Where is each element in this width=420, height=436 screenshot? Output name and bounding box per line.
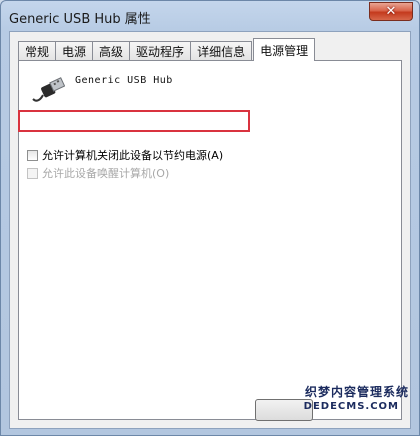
close-button[interactable]: ✕ <box>369 2 413 21</box>
allow-wake-option: 允许此设备唤醒计算机(O) <box>27 165 169 181</box>
device-name: Generic USB Hub <box>75 75 173 86</box>
allow-power-off-label: 允许计算机关闭此设备以节约电源(A) <box>42 149 224 162</box>
watermark: 织梦内容管理系统 DEDECMS.COM <box>249 375 419 435</box>
watermark-text-en: DEDECMS.COM <box>303 401 399 412</box>
tab-general[interactable]: 常规 <box>18 41 57 61</box>
tab-driver[interactable]: 驱动程序 <box>129 41 192 61</box>
tab-power-management[interactable]: 电源管理 <box>253 38 316 61</box>
allow-wake-label: 允许此设备唤醒计算机(O) <box>42 167 170 180</box>
watermark-text-cn: 织梦内容管理系统 <box>304 385 409 399</box>
allow-power-off-checkbox[interactable] <box>27 149 38 161</box>
tab-power[interactable]: 电源 <box>55 41 94 61</box>
tab-details[interactable]: 详细信息 <box>190 41 253 61</box>
close-icon: ✕ <box>385 4 397 19</box>
tab-strip: 常规 电源 高级 驱动程序 详细信息 电源管理 <box>18 38 316 61</box>
properties-window: Generic USB Hub 属性 ✕ 常规 电源 高级 驱动程序 详细信息 … <box>0 0 420 436</box>
allow-wake-checkbox <box>27 167 38 179</box>
highlight-box <box>18 110 250 132</box>
window-title: Generic USB Hub 属性 <box>9 12 151 27</box>
usb-connector-icon <box>32 77 65 102</box>
dialog-client-area: 常规 电源 高级 驱动程序 详细信息 电源管理 Generic USB Hub … <box>9 31 411 429</box>
allow-power-off-option[interactable]: 允许计算机关闭此设备以节约电源(A) <box>27 147 223 163</box>
tab-advanced[interactable]: 高级 <box>92 41 131 61</box>
title-bar[interactable]: Generic USB Hub 属性 ✕ <box>1 1 419 31</box>
